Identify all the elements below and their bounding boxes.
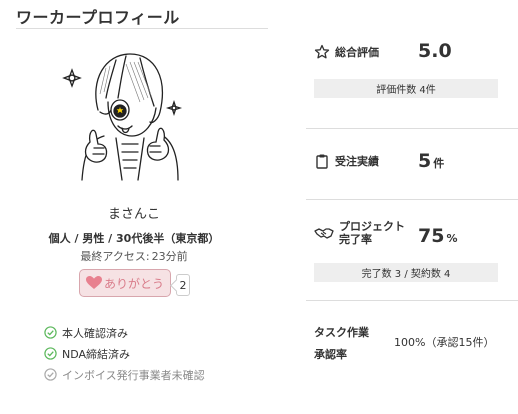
verification-label: NDA締結済み: [62, 347, 131, 361]
verification-list: 本人確認済み NDA締結済み インボイス発行事業者未確認: [44, 322, 205, 385]
user-attributes: 個人 / 男性 / 30代後半（東京都）: [48, 232, 220, 245]
orders-unit: 件: [433, 157, 445, 170]
user-name: まさんこ: [107, 207, 160, 222]
rating-label: 総合評価: [335, 46, 379, 59]
divider: [306, 300, 518, 301]
completion-label-2: 完了率: [339, 233, 372, 246]
verification-identity: 本人確認済み: [44, 322, 205, 343]
star-icon: [314, 44, 330, 59]
title-divider: [16, 28, 268, 29]
divider: [306, 199, 518, 200]
completion-unit: %: [446, 232, 458, 245]
orders-value-row: 5件: [418, 150, 444, 172]
thanks-button[interactable]: ありがとう: [79, 269, 171, 297]
orders-label: 受注実績: [335, 155, 379, 168]
rating-header: 総合評価: [314, 44, 379, 60]
approval-value: 100%（承認15件）: [394, 336, 495, 349]
completion-value-row: 75%: [418, 225, 457, 247]
clipboard-icon: [316, 154, 328, 169]
orders-value: 5: [418, 150, 432, 172]
completion-value: 75: [418, 225, 445, 247]
approval-label-2: 承認率: [314, 348, 347, 361]
check-circle-icon: [44, 368, 57, 381]
heart-icon: [85, 276, 102, 289]
last-access-label: 最終アクセス:: [80, 250, 150, 263]
handshake-icon: [314, 228, 334, 239]
last-access-value: 23分前: [151, 250, 188, 263]
rating-count: 評価件数 4件: [314, 79, 498, 98]
verification-nda: NDA締結済み: [44, 343, 205, 364]
thanks-label: ありがとう: [103, 276, 164, 291]
check-circle-icon: [44, 347, 57, 360]
page-title: ワーカープロフィール: [16, 8, 180, 27]
completion-header: プロジェクト 完了率: [314, 220, 405, 246]
last-access: 最終アクセス: 23分前: [0, 248, 268, 264]
thanks-count: 2: [176, 274, 190, 296]
completion-label-1: プロジェクト: [339, 220, 405, 233]
avatar: [62, 53, 183, 181]
orders-header: 受注実績: [314, 153, 379, 169]
verification-label: インボイス発行事業者未確認: [62, 368, 205, 382]
approval-header: タスク作業 承認率: [314, 322, 369, 366]
divider: [306, 128, 518, 129]
approval-label-1: タスク作業: [314, 326, 369, 339]
verification-invoice: インボイス発行事業者未確認: [44, 364, 205, 385]
check-circle-icon: [44, 326, 57, 339]
verification-label: 本人確認済み: [62, 326, 128, 340]
rating-value: 5.0: [418, 40, 452, 62]
completion-counts: 完了数 3 / 契約数 4: [314, 263, 498, 282]
